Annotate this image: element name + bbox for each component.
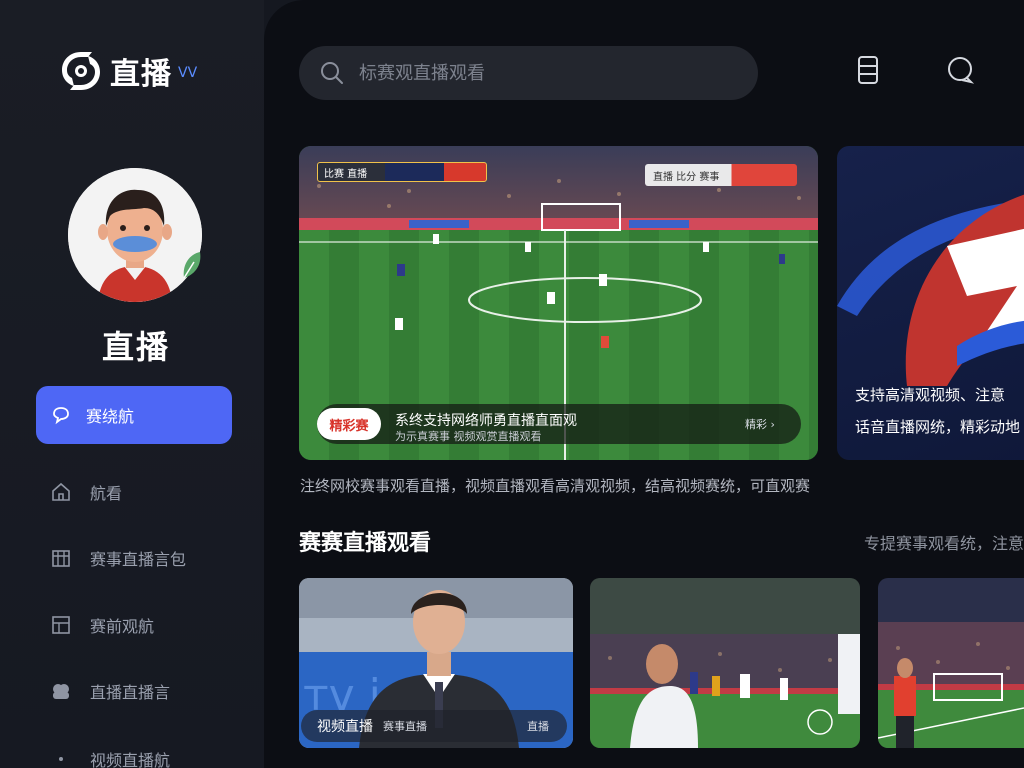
sidebar-item-label: 赛事直播言包	[90, 550, 187, 569]
sidebar-item-live[interactable]: 赛绕航	[36, 386, 232, 444]
hero-tag-badge[interactable]: 精彩赛	[317, 408, 381, 440]
promo-line-1: 支持高清观视频、注意	[855, 386, 1006, 404]
referee-image	[878, 578, 1024, 748]
calendar-icon	[50, 547, 72, 569]
video-card-title: 视频直播	[317, 719, 373, 735]
video-card-2[interactable]	[590, 578, 860, 748]
video-card-3[interactable]	[878, 578, 1024, 748]
section-more-link[interactable]: 专提赛事观看统，注意	[864, 530, 1024, 554]
sidebar-item-label: 赛前观航	[90, 617, 155, 636]
video-card-meta: 直播	[527, 720, 549, 733]
sidebar-item-community[interactable]: 直播直播言	[36, 662, 232, 720]
section-title: 赛赛直播观看	[299, 531, 432, 556]
search-bar[interactable]	[299, 46, 758, 100]
profile-name: 直播	[101, 328, 170, 366]
sidebar: 直播 ᐯᐯ 直播 赛绕航 航看 赛事直播言包 赛前观航 直播直播言 视频直播航	[0, 0, 264, 768]
sidebar-item-home[interactable]: 航看	[36, 463, 232, 521]
promo-graphic	[837, 194, 1024, 386]
search-input[interactable]	[359, 62, 719, 84]
featured-live-card[interactable]: 比赛 直播 直播 比分 赛事 精彩赛 系终支持网络师勇直播直面观 为示真赛事 视…	[299, 146, 818, 460]
group-icon	[50, 680, 72, 702]
home-icon	[50, 481, 72, 503]
scoreboard-left: 比赛 直播	[317, 162, 487, 182]
sidebar-item-video[interactable]: 视频直播航	[36, 730, 232, 768]
main-content: 比赛 直播 直播 比分 赛事 精彩赛 系终支持网络师勇直播直面观 为示真赛事 视…	[264, 0, 1024, 768]
sidebar-item-preview[interactable]: 赛前观航	[36, 596, 232, 654]
grid-icon	[50, 614, 72, 636]
sidebar-item-label: 赛绕航	[86, 407, 135, 426]
hero-more-link[interactable]: 精彩 ›	[745, 416, 775, 432]
promo-line-2: 话音直播网统，精彩动地	[855, 418, 1021, 436]
document-icon[interactable]	[852, 54, 884, 86]
sidebar-item-label: 视频直播航	[90, 751, 171, 768]
hero-subtitle: 为示真赛事 视频观赏直播观看	[395, 430, 542, 443]
video-card-1[interactable]: ᴛv i 视频直播 赛事直播 直播	[299, 578, 573, 748]
video-card-label: 视频直播 赛事直播 直播	[301, 710, 567, 742]
stadium-night-image	[590, 578, 860, 748]
sidebar-item-schedule[interactable]: 赛事直播言包	[36, 529, 232, 587]
search-icon	[321, 62, 343, 84]
hero-title: 系终支持网络师勇直播直面观	[395, 413, 577, 429]
video-card-subtitle: 赛事直播	[383, 720, 427, 733]
leaf-icon	[183, 252, 201, 279]
app-logo[interactable]: 直播 ᐯᐯ	[58, 48, 197, 94]
scoreboard-right: 直播 比分 赛事	[645, 164, 797, 186]
logo-text: 直播	[110, 57, 172, 92]
signal-icon: ᐯᐯ	[178, 65, 198, 81]
logo-mark-icon	[62, 52, 100, 90]
sidebar-item-label: 直播直播言	[90, 683, 171, 702]
sidebar-item-label: 航看	[90, 484, 123, 503]
chat-bubble-icon	[50, 404, 72, 426]
hero-caption: 注终网校赛事观看直播，视频直播观看高清观视频，结高视频赛统，可直观赛	[300, 477, 811, 495]
promo-card[interactable]: 支持高清观视频、注意 话音直播网统，精彩动地	[837, 146, 1024, 460]
message-icon[interactable]	[944, 54, 976, 86]
dot-icon	[50, 748, 72, 768]
